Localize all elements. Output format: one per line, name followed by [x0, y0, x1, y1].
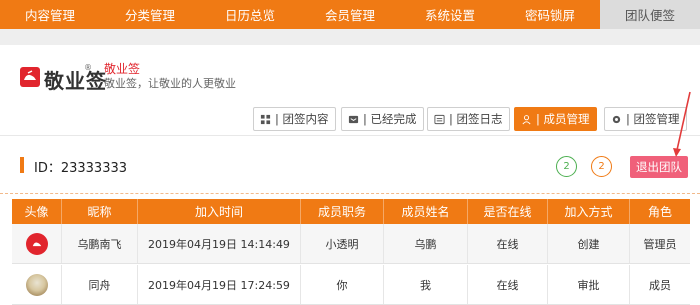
table-row[interactable]: 乌鹏南飞 2019年04月19日 14:14:49 小透明 乌鹏 在线 创建 管…: [12, 224, 690, 264]
team-id-bar: ID：23333333 2 2 退出团队: [0, 136, 700, 194]
col-join-method: 加入方式: [548, 199, 630, 224]
completed-button[interactable]: | 已经完成: [341, 107, 424, 131]
col-avatar: 头像: [12, 199, 62, 224]
nav-item-members[interactable]: 会员管理: [300, 0, 400, 29]
photo-avatar: [25, 273, 48, 296]
member-management-button[interactable]: | 成员管理: [514, 107, 597, 131]
team-management-label: | 团签管理: [626, 112, 680, 126]
cell-name: 我: [384, 265, 468, 304]
team-slogan: 敬业签，让敬业的人更敬业: [104, 77, 236, 90]
exit-team-button[interactable]: 退出团队: [630, 156, 688, 178]
cell-online: 在线: [468, 224, 548, 263]
team-management-button[interactable]: | 团签管理: [604, 107, 687, 131]
cell-position: 你: [301, 265, 384, 304]
users-icon: [522, 114, 531, 124]
nav-item-settings[interactable]: 系统设置: [400, 0, 500, 29]
cell-role: 管理员: [643, 237, 677, 251]
cell-join-method: 创建: [548, 224, 630, 263]
nav-item-lock[interactable]: 密码锁屏: [500, 0, 600, 29]
app-logo-avatar: [25, 232, 48, 255]
cell-name: 乌鹏: [384, 224, 468, 263]
top-navigation: 内容管理 分类管理 日历总览 会员管理 系统设置 密码锁屏 团队便签: [0, 0, 700, 29]
team-log-button[interactable]: | 团签日志: [427, 107, 510, 131]
col-nickname: 昵称: [62, 199, 138, 224]
orange-count-badge[interactable]: 2: [591, 156, 612, 177]
table-row[interactable]: 同舟 2019年04月19日 17:24:59 你 我 在线 审批 成员: [12, 265, 690, 305]
cell-join-method: 审批: [548, 265, 630, 304]
col-position: 成员职务: [301, 199, 384, 224]
team-id: ID：23333333: [34, 161, 128, 176]
cell-join-time: 2019年04月19日 14:14:49: [138, 224, 301, 263]
app-logo-icon: [20, 67, 40, 87]
spacer-bar: [0, 29, 700, 45]
table-header: 头像 昵称 加入时间 成员职务 成员姓名 是否在线 加入方式 角色: [12, 199, 690, 224]
nav-item-content[interactable]: 内容管理: [0, 0, 100, 29]
nav-item-category[interactable]: 分类管理: [100, 0, 200, 29]
col-online: 是否在线: [468, 199, 548, 224]
completed-label: | 已经完成: [363, 112, 417, 126]
cell-position: 小透明: [301, 224, 384, 263]
cell-join-time: 2019年04月19日 17:24:59: [138, 265, 301, 304]
gear-icon: [612, 115, 621, 123]
col-name: 成员姓名: [384, 199, 468, 224]
log-icon: [434, 114, 445, 124]
green-count-badge[interactable]: 2: [556, 156, 577, 177]
cell-nickname: 同舟: [62, 265, 138, 304]
cell-nickname: 乌鹏南飞: [62, 224, 138, 263]
col-role: 角色: [647, 205, 672, 219]
team-header: 敬业签 ® 敬业签 敬业签，让敬业的人更敬业 | 团签内容 | 已经完成 | 团…: [0, 45, 700, 135]
col-join-time: 加入时间: [138, 199, 301, 224]
nav-item-team-notes[interactable]: 团队便签: [600, 0, 700, 29]
member-management-label: | 成员管理: [536, 112, 590, 126]
cell-role: 成员: [649, 278, 671, 292]
inbox-icon: [348, 115, 359, 123]
team-log-label: | 团签日志: [449, 112, 503, 126]
id-accent-bar: [20, 157, 24, 173]
cell-online: 在线: [468, 265, 548, 304]
team-content-button[interactable]: | 团签内容: [253, 107, 336, 131]
registered-mark: ®: [84, 63, 92, 72]
logo-text: 敬业签: [44, 69, 107, 93]
nav-item-calendar[interactable]: 日历总览: [200, 0, 300, 29]
grid-icon: [260, 114, 271, 124]
team-content-label: | 团签内容: [275, 112, 329, 126]
dashed-divider: [0, 193, 700, 194]
